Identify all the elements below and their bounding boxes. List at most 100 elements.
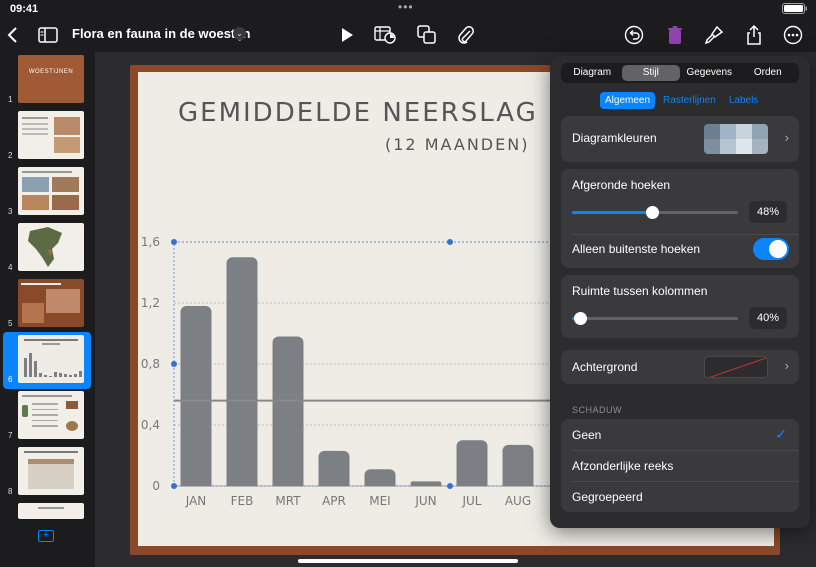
title-chevron-down-icon[interactable]: ⌄ (233, 27, 246, 40)
slider-knob[interactable] (574, 312, 588, 325)
diagram-colors-label: Diagramkleuren (572, 131, 657, 145)
tab-orden[interactable]: Orden (739, 65, 798, 81)
trash-icon[interactable] (664, 24, 686, 46)
shadow-option-label: Afzonderlijke reeks (572, 459, 674, 473)
document-title[interactable]: Flora en fauna in de woestijn (72, 26, 250, 41)
slide-thumb-9[interactable] (18, 503, 84, 519)
swatch-cell (736, 139, 752, 154)
shadow-options-card: Geen ✓ Afzonderlijke reeks Gegroepeerd (561, 419, 799, 512)
swatch-cell (752, 139, 768, 154)
slide-thumb-8[interactable] (18, 447, 84, 495)
diagram-colors-row[interactable]: Diagramkleuren › (561, 116, 799, 162)
share-icon[interactable] (743, 24, 765, 46)
multitask-dots[interactable]: ••• (398, 0, 414, 14)
undo-icon[interactable] (623, 24, 645, 46)
attachment-icon[interactable] (455, 24, 477, 46)
add-slide-icon[interactable]: + (38, 530, 54, 542)
slider-fill (572, 211, 652, 214)
slide-number: 2 (8, 151, 13, 160)
slide-thumb-title: WOESTIJNEN (28, 69, 74, 75)
map-icon (28, 227, 62, 267)
subtab-algemeen[interactable]: Algemeen (600, 92, 656, 109)
play-icon[interactable] (336, 24, 358, 46)
rounded-corners-value[interactable]: 48% (749, 201, 787, 223)
divider (572, 234, 799, 235)
background-row[interactable]: Achtergrond › (561, 350, 799, 384)
y-tick-label: 0,4 (141, 418, 160, 432)
slide-thumb-2[interactable] (18, 111, 84, 159)
outer-corners-label: Alleen buitenste hoeken (572, 242, 701, 256)
slide-number: 1 (8, 95, 13, 104)
panel-tab-bar: Diagram Stijl Gegevens Orden (561, 63, 799, 83)
home-indicator[interactable] (298, 559, 518, 563)
column-spacing-label: Ruimte tussen kolommen (572, 284, 708, 298)
rounded-corners-slider[interactable] (572, 206, 738, 219)
chart-bar (180, 306, 212, 492)
background-label: Achtergrond (572, 360, 638, 374)
chart-bar (456, 440, 488, 492)
x-tick-label: MEI (369, 494, 390, 508)
slide-number: 8 (8, 487, 13, 496)
column-spacing-card: Ruimte tussen kolommen 40% (561, 275, 799, 338)
toolbar: Flora en fauna in de woestijn ⌄ (0, 18, 816, 52)
y-tick-label: 1,2 (141, 296, 160, 310)
column-spacing-value[interactable]: 40% (749, 307, 787, 329)
swatch-cell (736, 124, 752, 139)
slide-thumb-7[interactable] (18, 391, 84, 439)
x-tick-label: FEB (231, 494, 254, 508)
subtab-bar: Algemeen Rasterlijnen Labels (600, 92, 766, 109)
y-tick-label: 0,8 (141, 357, 160, 371)
shadow-section-header: SCHADUW (572, 405, 622, 415)
shadow-option-none[interactable]: Geen ✓ (561, 419, 799, 450)
shadow-option-series[interactable]: Afzonderlijke reeks (561, 450, 799, 481)
shadow-option-label: Geen (572, 428, 602, 442)
subtab-labels[interactable]: Labels (724, 92, 763, 109)
slide-thumb-4[interactable] (18, 223, 84, 271)
slide-number: 6 (8, 375, 13, 384)
checkmark-icon: ✓ (775, 426, 787, 442)
tab-stijl[interactable]: Stijl (621, 65, 680, 81)
subtab-rasterlijnen[interactable]: Rasterlijnen (658, 92, 721, 109)
tab-diagram[interactable]: Diagram (563, 65, 622, 81)
shadow-option-grouped[interactable]: Gegroepeerd (561, 481, 799, 512)
y-tick-label: 1,6 (141, 235, 160, 249)
swatch-cell (720, 139, 736, 154)
table-chart-icon[interactable] (374, 24, 396, 46)
color-swatch (704, 124, 768, 154)
slide-navigator: 1 WOESTIJNEN 2 3 4 5 6 7 8 + (0, 52, 95, 567)
selection-handle (447, 483, 453, 489)
slide-number: 7 (8, 431, 13, 440)
slide-number: 4 (8, 263, 13, 272)
chart-bar (226, 257, 258, 492)
chevron-right-icon: › (784, 358, 789, 373)
slide-number: 5 (8, 319, 13, 328)
x-tick-label: JUN (414, 494, 436, 508)
slide-thumb-5[interactable] (18, 279, 84, 327)
x-tick-label: JUL (461, 494, 481, 508)
x-tick-label: APR (322, 494, 346, 508)
background-swatch (704, 356, 768, 378)
slider-knob[interactable] (645, 206, 659, 219)
column-spacing-slider[interactable] (572, 312, 738, 325)
status-time: 09:41 (10, 3, 39, 15)
tab-gegevens[interactable]: Gegevens (680, 65, 739, 81)
back-icon[interactable] (2, 24, 24, 46)
battery-icon (782, 3, 808, 17)
slide-thumb-6[interactable] (18, 335, 84, 383)
shapes-icon[interactable] (416, 24, 438, 46)
chart-bar (318, 450, 350, 492)
chart-bar (272, 336, 304, 492)
format-brush-icon[interactable] (703, 24, 725, 46)
rounded-corners-label: Afgeronde hoeken (572, 178, 671, 192)
rounded-corners-card: Afgeronde hoeken 48% Alleen buitenste ho… (561, 169, 799, 268)
more-icon[interactable] (782, 24, 804, 46)
format-panel: Diagram Stijl Gegevens Orden Algemeen Ra… (550, 56, 810, 528)
selection-handle (171, 239, 177, 245)
swatch-cell (720, 124, 736, 139)
outer-corners-toggle[interactable] (753, 238, 789, 260)
chevron-right-icon: › (784, 130, 789, 145)
sidebar-icon[interactable] (37, 24, 59, 46)
slide-thumb-3[interactable] (18, 167, 84, 215)
selection-handle (171, 483, 177, 489)
slide-thumb-1[interactable]: WOESTIJNEN (18, 55, 84, 103)
